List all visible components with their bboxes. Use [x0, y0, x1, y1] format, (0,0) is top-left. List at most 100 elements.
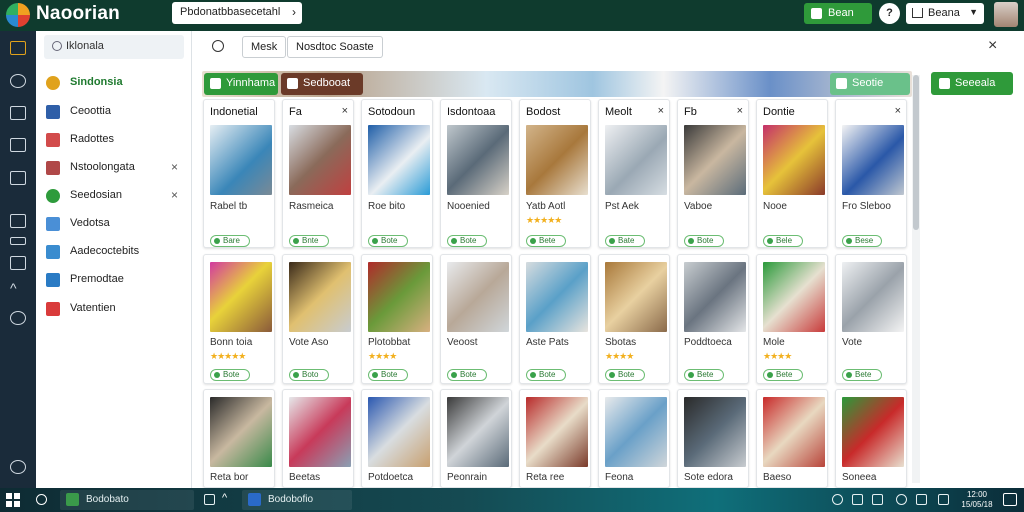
card-subtitle: Veoost — [447, 337, 478, 348]
store-card[interactable]: Dontie Nooe Bele — [756, 99, 828, 248]
clock-icon[interactable] — [10, 311, 26, 325]
close-icon[interactable]: × — [737, 105, 743, 117]
chevron-up-icon[interactable]: ^ — [10, 281, 26, 297]
sidebar-search[interactable]: Iklonala — [44, 35, 184, 59]
app-title: Naoorian — [36, 3, 120, 24]
store-card[interactable]: Sote edora — [677, 389, 749, 488]
list-icon[interactable] — [10, 171, 26, 185]
top-search-box[interactable]: Pbdonatbbasecetahl › — [172, 2, 302, 24]
store-card[interactable]: Indonetial Rabel tb Bare — [203, 99, 275, 248]
store-card[interactable]: × Fro Sleboo Bese — [835, 99, 907, 248]
network-icon[interactable] — [832, 494, 843, 505]
search-icon[interactable] — [212, 40, 224, 52]
card-subtitle: Vaboe — [684, 201, 713, 212]
user-menu[interactable]: Beana ▼ — [906, 3, 984, 24]
chart-icon[interactable] — [10, 106, 26, 120]
store-card[interactable]: Feona — [598, 389, 670, 488]
store-card[interactable]: Reta bor — [203, 389, 275, 488]
store-card[interactable]: Meolt × Pst Aek Bate — [598, 99, 670, 248]
taskbar-clock[interactable]: 12:00 15/05/18 — [960, 490, 994, 510]
filter-chip-mesk[interactable]: Mesk — [242, 36, 287, 58]
store-card[interactable]: Reta ree — [519, 389, 591, 488]
sidebar-item-nstoolongata[interactable]: Nstoolongata × — [46, 158, 188, 178]
volume-icon[interactable] — [852, 494, 863, 505]
store-card[interactable]: Vote Bete — [835, 254, 907, 384]
filter-chip-nosdtoc[interactable]: Nosdtoc Soaste — [287, 36, 383, 58]
banner-left-button[interactable]: Yinnhama — [204, 73, 278, 95]
sidebar-item-seedosian[interactable]: Seedosian × — [46, 186, 188, 206]
store-card[interactable]: Bonn toia ★★★★★ Bote — [203, 254, 275, 384]
store-card[interactable]: Isdontoaa Nooenied Bote — [440, 99, 512, 248]
chevron-up-icon[interactable]: ^ — [222, 493, 233, 505]
store-photo — [447, 397, 509, 467]
sidebar-item-premodtae[interactable]: Premodtae — [46, 270, 188, 290]
store-card[interactable]: Vote Aso Boto — [282, 254, 354, 384]
sidebar-item-sindonsia[interactable]: Sindonsia — [46, 73, 188, 93]
sidebar-item-label: Vedotsa — [70, 217, 110, 229]
network-icon[interactable] — [10, 74, 26, 88]
status-badge: Bnte — [289, 235, 329, 247]
status-badge: Bote — [447, 235, 487, 247]
sidebar-item-vatentien[interactable]: Vatentien — [46, 299, 188, 319]
store-card[interactable]: Sotodoun Roe bito Bote — [361, 99, 433, 248]
store-card[interactable]: Bodost Yatb Aotl ★★★★★ Bete — [519, 99, 591, 248]
close-icon[interactable]: × — [342, 105, 348, 117]
store-card[interactable]: Aste Pats Bote — [519, 254, 591, 384]
banner-right-button[interactable]: Seotie — [830, 73, 910, 95]
avatar[interactable] — [994, 2, 1018, 27]
wifi-icon[interactable] — [896, 494, 907, 505]
card-subtitle: Plotobbat — [368, 337, 411, 348]
display-icon[interactable] — [938, 494, 949, 505]
sidebar-item-aadecoctebits[interactable]: Aadecoctebits — [46, 242, 188, 262]
keyboard-icon[interactable] — [10, 237, 26, 245]
close-icon[interactable]: × — [895, 105, 901, 117]
store-card[interactable]: Baeso — [756, 389, 828, 488]
notification-icon[interactable] — [1003, 493, 1017, 506]
store-photo — [289, 262, 351, 332]
window-icon[interactable] — [204, 494, 215, 505]
card-title: Indonetial — [210, 106, 258, 118]
right-action-button[interactable]: Seeeala — [931, 72, 1013, 95]
close-icon[interactable]: × — [171, 160, 178, 174]
sidebar-item-vedotsa[interactable]: Vedotsa — [46, 214, 188, 234]
keyboard-icon[interactable] — [916, 494, 927, 505]
help-button[interactable]: ? — [879, 3, 900, 24]
card-subtitle: Mole — [763, 337, 785, 348]
info-icon[interactable] — [10, 460, 26, 474]
store-card[interactable]: Sbotas ★★★★ Bote — [598, 254, 670, 384]
building-icon[interactable] — [10, 214, 26, 228]
store-card[interactable]: Mole ★★★★ Bete — [756, 254, 828, 384]
store-card[interactable]: Beetas — [282, 389, 354, 488]
battery-icon[interactable] — [872, 494, 883, 505]
status-badge: Bete — [526, 235, 566, 247]
sidebar-item-ceoottia[interactable]: Ceoottia — [46, 102, 188, 122]
document-icon[interactable] — [10, 138, 26, 152]
banner-mid-button[interactable]: Sedbooat — [281, 73, 363, 95]
search-icon[interactable] — [36, 494, 47, 505]
sidebar-item-radottes[interactable]: Radottes — [46, 130, 188, 150]
rating-stars: ★★★★★ — [526, 215, 562, 225]
taskbar-app-1[interactable]: Bodobato — [60, 490, 194, 510]
app-icon — [66, 493, 79, 506]
clock-time: 12:00 — [966, 490, 988, 499]
store-card[interactable]: Peonrain — [440, 389, 512, 488]
tag-icon — [46, 245, 60, 259]
store-card[interactable]: Veoost Bote — [440, 254, 512, 384]
store-card[interactable]: Plotobbat ★★★★ Bote — [361, 254, 433, 384]
taskbar-app-2[interactable]: Bodobofio — [242, 490, 352, 510]
dashboard-icon[interactable] — [10, 41, 26, 55]
store-card[interactable]: Soneea — [835, 389, 907, 488]
message-icon[interactable] — [10, 256, 26, 270]
close-icon[interactable]: × — [988, 37, 997, 55]
close-icon[interactable]: × — [658, 105, 664, 117]
status-badge: Bare — [210, 235, 250, 247]
close-icon[interactable]: × — [171, 188, 178, 202]
windows-start-icon[interactable] — [6, 493, 20, 507]
grid-scrollbar-thumb[interactable] — [913, 75, 919, 230]
top-green-button[interactable]: Bean — [804, 3, 872, 24]
store-card[interactable]: Potdoetca — [361, 389, 433, 488]
store-card[interactable]: Poddtoeca Bete — [677, 254, 749, 384]
store-card[interactable]: Fa × Rasmeica Bnte — [282, 99, 354, 248]
taskbar-app-2-label: Bodobofio — [268, 494, 314, 505]
store-card[interactable]: Fb × Vaboe Bote — [677, 99, 749, 248]
